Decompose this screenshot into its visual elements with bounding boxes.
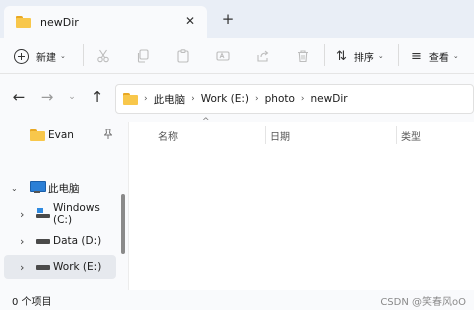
sidebar-item-work-e[interactable]: › Work (E:) — [4, 255, 116, 279]
watermark: CSDN @笑春风oO — [380, 297, 466, 308]
folder-icon — [16, 16, 31, 28]
copy-button[interactable] — [136, 46, 150, 66]
column-header-label: 名称 — [158, 131, 178, 143]
sort-button[interactable]: ⇅ 排序 ⌄ — [336, 46, 384, 66]
sidebar-scrollbar[interactable] — [121, 194, 125, 254]
sort-icon: ⇅ — [336, 48, 347, 64]
column-header-date[interactable]: 日期 — [270, 126, 290, 144]
divider — [398, 44, 399, 66]
paste-button[interactable] — [176, 46, 190, 66]
sort-caret-icon: ^ — [202, 117, 210, 127]
sidebar-item-label: Data (D:) — [53, 235, 102, 247]
pc-icon — [30, 181, 46, 193]
column-header-name[interactable]: 名称 — [158, 126, 178, 144]
close-tab-icon[interactable]: ✕ — [183, 14, 197, 28]
tab-newdir[interactable]: newDir ✕ — [4, 6, 207, 38]
up-button[interactable]: ↑ — [88, 88, 106, 106]
tab-title: newDir — [40, 15, 79, 29]
chevron-down-icon[interactable]: ⌄ — [11, 184, 18, 193]
new-button[interactable]: 新建 ⌄ — [14, 46, 66, 66]
sidebar-item-label: Work (E:) — [53, 261, 102, 273]
cut-button[interactable] — [96, 46, 110, 66]
view-button-label: 查看 — [428, 52, 449, 64]
back-button[interactable]: ← — [10, 88, 28, 106]
breadcrumb-photo[interactable]: photo — [265, 93, 295, 105]
divider — [324, 44, 325, 66]
column-header-label: 类型 — [401, 131, 421, 143]
paste-icon — [177, 49, 189, 63]
breadcrumb-work-e[interactable]: Work (E:) — [201, 93, 249, 105]
sidebar-item-this-pc[interactable]: ⌄ 此电脑 — [0, 176, 118, 200]
navigation-row: ← → ⌄ ↑ › 此电脑 › Work (E:) › photo › newD… — [0, 74, 474, 122]
cut-icon — [97, 49, 109, 63]
new-button-label: 新建 — [36, 52, 56, 64]
drive-icon — [36, 239, 50, 244]
title-bar: newDir ✕ + — [0, 0, 474, 38]
divider — [83, 44, 84, 66]
sidebar-item-label: Evan — [48, 129, 74, 141]
chevron-right-icon[interactable]: › — [20, 261, 24, 274]
breadcrumb-separator[interactable]: › — [191, 94, 195, 104]
column-header-label: 日期 — [270, 131, 290, 143]
column-divider[interactable] — [396, 126, 397, 144]
delete-icon — [298, 50, 308, 63]
share-button[interactable] — [256, 46, 270, 66]
rename-icon — [216, 51, 230, 61]
rename-button[interactable] — [216, 46, 230, 66]
breadcrumb-separator[interactable]: › — [255, 94, 259, 104]
windows-drive-icon — [36, 208, 50, 218]
share-icon — [257, 50, 269, 62]
status-bar: 0 个项目 CSDN @笑春风oO — [0, 290, 474, 310]
folder-icon — [30, 129, 45, 141]
recent-locations-button[interactable]: ⌄ — [63, 88, 81, 106]
item-count: 0 个项目 — [12, 297, 52, 308]
column-divider[interactable] — [265, 126, 266, 144]
plus-circle-icon — [14, 48, 29, 64]
delete-button[interactable] — [296, 46, 310, 66]
pin-icon — [103, 128, 113, 142]
breadcrumb-this-pc[interactable]: 此电脑 — [154, 92, 186, 107]
chevron-right-icon[interactable]: › — [20, 235, 24, 248]
view-icon: ≡ — [411, 48, 422, 64]
chevron-right-icon[interactable]: › — [20, 208, 24, 221]
sort-button-label: 排序 — [353, 52, 374, 64]
sidebar-item-label: 此电脑 — [48, 182, 80, 195]
drive-icon — [36, 265, 50, 270]
new-tab-button[interactable]: + — [219, 10, 237, 28]
copy-icon — [137, 49, 149, 63]
navigation-pane: Evan ⌄ 此电脑 › Windows (C:) › Data (D:) › … — [0, 122, 128, 290]
folder-icon — [123, 93, 138, 105]
sidebar-item-data-d[interactable]: › Data (D:) — [0, 229, 118, 253]
command-bar: 新建 ⌄ ⇅ 排序 ⌄ ≡ 查看 ⌄ — [0, 38, 474, 74]
sidebar-item-windows-c[interactable]: › Windows (C:) — [0, 202, 118, 226]
chevron-down-icon: ⌄ — [377, 52, 384, 60]
breadcrumb-newdir[interactable]: newDir — [311, 93, 348, 105]
chevron-down-icon: ⌄ — [60, 52, 66, 60]
sidebar-item-label: Windows (C:) — [53, 202, 100, 226]
sidebar-item-evan[interactable]: Evan — [0, 123, 118, 147]
view-button[interactable]: ≡ 查看 ⌄ — [411, 46, 459, 66]
breadcrumb-separator[interactable]: › — [301, 94, 305, 104]
chevron-down-icon: ⌄ — [452, 52, 459, 60]
file-list[interactable]: ^ 名称 日期 类型 — [129, 117, 474, 290]
address-bar[interactable]: › 此电脑 › Work (E:) › photo › newDir — [115, 84, 474, 114]
breadcrumb-separator: › — [144, 94, 148, 104]
column-header-type[interactable]: 类型 — [401, 126, 421, 144]
forward-button[interactable]: → — [38, 88, 56, 106]
